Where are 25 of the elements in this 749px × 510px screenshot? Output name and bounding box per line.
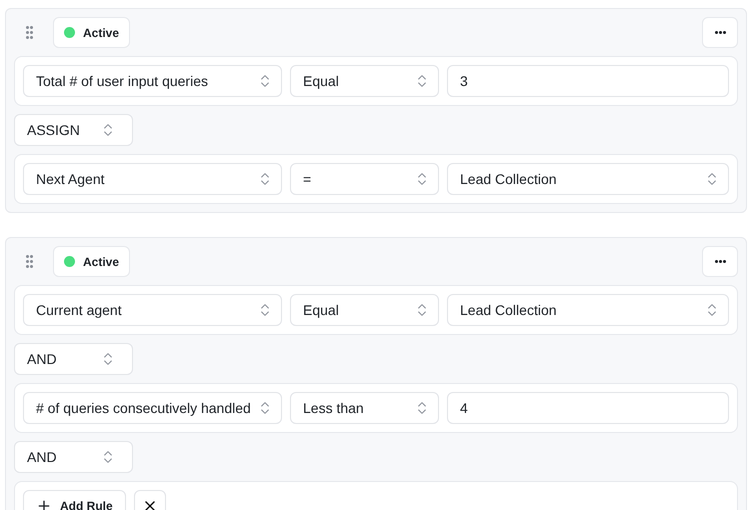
select-dropdown[interactable]: Lead Collection [447, 163, 729, 195]
drag-handle-icon[interactable] [26, 255, 33, 268]
more-icon [714, 260, 726, 263]
status-badge: Active [53, 17, 130, 48]
select-dropdown[interactable]: = [290, 163, 439, 195]
more-icon [714, 31, 726, 34]
select-dropdown[interactable]: Equal [290, 294, 439, 326]
select-dropdown[interactable]: # of queries consecutively handled [23, 392, 282, 424]
drag-handle-icon[interactable] [26, 26, 33, 39]
add-rule-button[interactable]: Add Rule [23, 490, 126, 510]
more-button[interactable] [702, 17, 738, 48]
operator-dropdown[interactable]: AND [14, 441, 133, 473]
select-dropdown[interactable]: Less than [290, 392, 439, 424]
more-button[interactable] [702, 246, 738, 277]
operator-dropdown[interactable]: AND [14, 343, 133, 375]
select-dropdown[interactable]: Lead Collection [447, 294, 729, 326]
plus-icon [36, 498, 52, 510]
select-dropdown[interactable]: Current agent [23, 294, 282, 326]
status-badge: Active [53, 246, 130, 277]
operator-dropdown[interactable]: ASSIGN [14, 114, 133, 146]
select-dropdown[interactable]: Equal [290, 65, 439, 97]
text-input[interactable]: 3 [447, 65, 729, 97]
select-dropdown[interactable]: Next Agent [23, 163, 282, 195]
text-input[interactable]: 4 [447, 392, 729, 424]
select-dropdown[interactable]: Total # of user input queries [23, 65, 282, 97]
